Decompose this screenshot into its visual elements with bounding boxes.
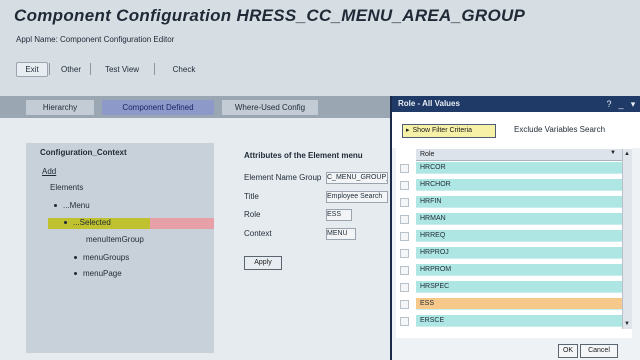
list-item[interactable]: HRCHOR [416,179,622,191]
apply-button[interactable]: Apply [244,256,282,270]
list-item-label: HRMAN [420,215,446,222]
list-item[interactable]: HRREQ [416,230,622,242]
tree-bullet-icon [64,221,67,225]
tree-node[interactable]: menuGroups [74,252,129,264]
field-label: Element Name Group [244,173,322,182]
toolbar-separator [49,63,50,75]
tab-where-used[interactable]: Where-Used Config [222,100,318,115]
row-selector[interactable] [400,266,409,275]
row-selector[interactable] [400,215,409,224]
cancel-button[interactable]: Cancel [580,344,618,358]
vertical-scrollbar[interactable] [622,149,632,329]
triangle-right-icon: ▸ [406,127,410,134]
application-name: Appl Name: Component Configuration Edito… [16,35,175,44]
tree-node-label: menuGroups [83,253,130,262]
help-icon[interactable]: ? [604,99,614,109]
tree-node-label: menuPage [83,269,122,278]
list-item-label: HRCOR [420,164,446,171]
check-button[interactable]: Check [158,62,210,77]
tree-bullet-icon [54,204,57,208]
field-label: Role [244,210,261,219]
tree-node-label: ...Selected [73,218,111,227]
row-selector[interactable] [400,317,409,326]
scroll-down-icon[interactable]: ▼ [623,320,631,328]
tree-root-label: Configuration_Context [40,148,127,157]
exclude-variables-tab[interactable]: Exclude Variables Search [514,125,605,134]
role-field[interactable]: ESS [326,209,352,221]
row-selector[interactable] [400,164,409,173]
tree-node-label: menuItemGroup [86,235,144,244]
filter-icon[interactable]: ▼ [610,150,616,156]
row-selector[interactable] [400,232,409,241]
row-selector[interactable] [400,198,409,207]
element-name-field[interactable]: C_MENU_GROUP_ID [326,172,388,184]
dialog-title: Role - All Values [398,99,460,108]
close-icon[interactable]: ▾ [628,99,638,109]
row-selector[interactable] [400,300,409,309]
list-item-label: HRFIN [420,198,442,205]
tree-node-selected[interactable]: ...Selected [64,217,111,229]
row-selector[interactable] [400,283,409,292]
list-item-label: ESS [420,300,435,307]
tree-add-link[interactable]: Add [42,166,56,178]
tree-node[interactable]: menuPage [74,268,122,280]
tab-component-defined[interactable]: Component Defined [102,100,214,115]
tree-selection-marker [150,218,214,229]
column-header-label: Role [420,151,435,158]
list-item[interactable]: ERSCE [416,315,622,327]
tree-bullet-icon [74,256,77,260]
list-item-label: HRPROJ [420,249,449,256]
list-item[interactable]: HRFIN [416,196,622,208]
tree-node[interactable]: ...Menu [54,200,90,212]
tree-node[interactable]: menuItemGroup [86,234,144,246]
toolbar-separator [154,63,155,75]
context-field[interactable]: MENU [326,228,356,240]
tree-bullet-icon [74,272,77,276]
list-item-label: HRSPEC [420,283,450,290]
page-title: Component Configuration HRESS_CC_MENU_AR… [14,6,526,25]
dialog-title-bar: Role - All Values [392,96,640,112]
tree-node-label: ...Menu [63,201,90,210]
show-filter-tab[interactable]: ▸ Show Filter Criteria [402,124,496,138]
test-view-button[interactable]: Test View [92,62,152,77]
ok-button[interactable]: OK [558,344,578,358]
attributes-heading: Attributes of the Element menu [244,151,363,160]
field-label: Title [244,192,259,201]
list-item-label: HRREQ [420,232,446,239]
list-item[interactable]: HRMAN [416,213,622,225]
tab-hierarchy[interactable]: Hierarchy [26,100,94,115]
tree-elements-label: Elements [50,183,84,192]
list-item-label: HRPROM [420,266,452,273]
column-header-role[interactable]: Role [416,149,622,161]
scroll-up-icon[interactable]: ▲ [623,150,631,158]
list-item[interactable]: HRPROJ [416,247,622,259]
list-item-label: ERSCE [420,317,445,324]
field-label: Context [244,229,272,238]
exit-button[interactable]: Exit [16,62,48,77]
other-button[interactable]: Other [52,62,90,77]
toolbar-separator [90,63,91,75]
list-item-label: HRCHOR [420,181,451,188]
minimize-icon[interactable]: _ [616,99,626,109]
row-selector[interactable] [400,249,409,258]
list-item[interactable]: ESS [416,298,622,310]
row-selector[interactable] [400,181,409,190]
title-field[interactable]: Employee Search [326,191,388,203]
list-item[interactable]: HRPROM [416,264,622,276]
list-item[interactable]: HRSPEC [416,281,622,293]
list-item[interactable]: HRCOR [416,162,622,174]
show-filter-label: Show Filter Criteria [412,127,473,134]
